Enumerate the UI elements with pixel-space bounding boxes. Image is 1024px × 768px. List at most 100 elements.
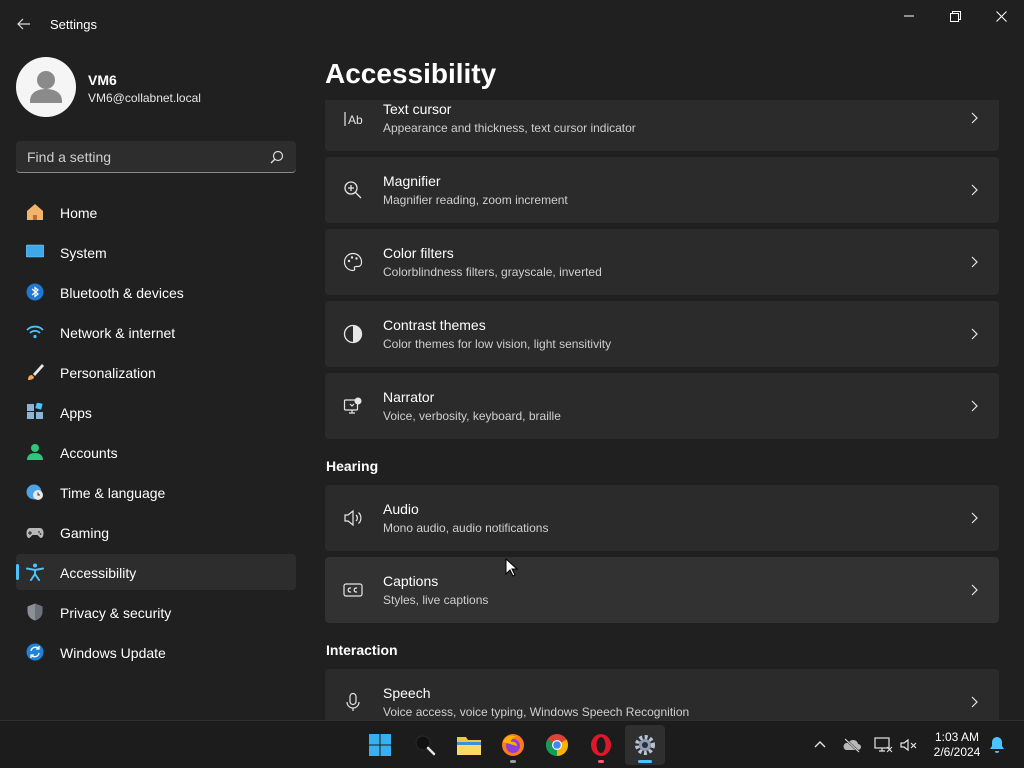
contrast-icon	[343, 324, 363, 344]
speaker-icon	[344, 509, 362, 527]
accessibility-icon	[26, 563, 44, 581]
restore-button[interactable]	[932, 4, 978, 28]
clock-globe-icon	[26, 484, 43, 500]
sidebar-item-label: Windows Update	[60, 645, 166, 661]
setting-title: Narrator	[383, 389, 435, 405]
chevron-right-icon	[971, 512, 978, 524]
taskbar: 1:03 AM 2/6/2024	[0, 720, 1024, 768]
settings-icon	[635, 735, 655, 755]
minimize-button[interactable]	[886, 4, 932, 28]
text-cursor-icon: Ab	[344, 112, 363, 127]
minimize-icon	[904, 15, 914, 17]
sidebar-item-privacy[interactable]: Privacy & security	[16, 594, 296, 630]
restore-icon	[949, 10, 961, 22]
setting-text-cursor[interactable]: Ab Text cursor Appearance and thickness,…	[325, 100, 999, 151]
setting-contrast-themes[interactable]: Contrast themes Color themes for low vis…	[325, 301, 999, 367]
active-indicator	[638, 760, 652, 763]
back-button[interactable]	[12, 12, 36, 36]
narrator-icon	[343, 397, 362, 414]
taskbar-file-explorer[interactable]	[449, 725, 489, 765]
taskbar-start-button[interactable]	[360, 725, 400, 765]
taskbar-settings[interactable]	[625, 725, 665, 765]
chevron-right-icon	[971, 184, 978, 196]
settings-list[interactable]: Ab Text cursor Appearance and thickness,…	[325, 100, 999, 720]
close-icon	[995, 10, 1007, 22]
setting-color-filters[interactable]: Color filters Colorblindness filters, gr…	[325, 229, 999, 295]
sidebar-item-accessibility[interactable]: Accessibility	[16, 554, 296, 590]
chevron-right-icon	[971, 400, 978, 412]
volume-muted-icon[interactable]	[899, 735, 919, 755]
sidebar-item-home[interactable]: Home	[16, 194, 296, 230]
close-button[interactable]	[978, 4, 1024, 28]
title-bar: Settings	[0, 0, 1024, 48]
search-icon	[270, 150, 284, 164]
search-placeholder: Find a setting	[27, 149, 112, 165]
sidebar-item-gaming[interactable]: Gaming	[16, 514, 296, 550]
network-icon	[26, 325, 44, 339]
search-icon	[415, 735, 436, 756]
mouse-cursor-icon	[505, 558, 519, 577]
system-clock[interactable]: 1:03 AM 2/6/2024	[926, 730, 988, 760]
taskbar-firefox[interactable]	[493, 725, 533, 765]
sidebar-item-label: Home	[60, 205, 98, 221]
network-display-icon[interactable]	[873, 735, 893, 755]
sidebar-item-system[interactable]: System	[16, 234, 296, 270]
accounts-icon	[27, 444, 43, 460]
sidebar-item-label: Accounts	[60, 445, 118, 461]
running-indicator	[598, 760, 604, 763]
search-input[interactable]: Find a setting	[16, 141, 296, 173]
setting-description: Voice, verbosity, keyboard, braille	[383, 409, 561, 423]
sidebar-item-label: Bluetooth & devices	[60, 285, 184, 301]
sidebar-nav: Home System Bluetooth & devices Network …	[16, 194, 296, 674]
taskbar-search-button[interactable]	[405, 725, 445, 765]
chevron-right-icon	[971, 584, 978, 596]
setting-description: Appearance and thickness, text cursor in…	[383, 121, 636, 135]
apps-icon	[27, 403, 43, 419]
sidebar-item-label: Gaming	[60, 525, 110, 541]
sidebar-item-windows-update[interactable]: Windows Update	[16, 634, 296, 670]
taskbar-opera[interactable]	[581, 725, 621, 765]
setting-captions[interactable]: Captions Styles, live captions	[325, 557, 999, 623]
sidebar-item-label: System	[60, 245, 107, 261]
sidebar-item-bluetooth[interactable]: Bluetooth & devices	[16, 274, 296, 310]
profile-email: VM6@collabnet.local	[88, 91, 201, 105]
sidebar-item-time-language[interactable]: Time & language	[16, 474, 296, 510]
brush-icon	[28, 364, 44, 380]
app-title: Settings	[50, 17, 97, 32]
svg-text:Ab: Ab	[348, 113, 363, 127]
person-icon	[30, 71, 62, 103]
gamepad-icon	[26, 528, 44, 538]
sidebar-item-label: Privacy & security	[60, 605, 172, 621]
taskbar-chrome[interactable]	[537, 725, 577, 765]
file-explorer-icon	[457, 737, 481, 755]
clock-time: 1:03 AM	[934, 730, 980, 744]
captions-icon	[343, 583, 363, 597]
bluetooth-icon	[26, 283, 44, 301]
setting-narrator[interactable]: Narrator Voice, verbosity, keyboard, bra…	[325, 373, 999, 439]
setting-description: Magnifier reading, zoom increment	[383, 193, 568, 207]
palette-icon	[343, 252, 363, 272]
setting-title: Magnifier	[383, 173, 441, 189]
setting-magnifier[interactable]: Magnifier Magnifier reading, zoom increm…	[325, 157, 999, 223]
sidebar-item-label: Time & language	[60, 485, 166, 501]
onedrive-offline-icon[interactable]	[842, 735, 862, 755]
chevron-right-icon	[971, 112, 978, 124]
sidebar-item-apps[interactable]: Apps	[16, 394, 296, 430]
sidebar-item-label: Network & internet	[60, 325, 176, 341]
sidebar-item-network[interactable]: Network & internet	[16, 314, 296, 350]
setting-speech[interactable]: Speech Voice access, voice typing, Windo…	[325, 669, 999, 720]
section-heading-hearing: Hearing	[326, 458, 379, 474]
user-profile[interactable]: VM6 VM6@collabnet.local	[16, 57, 296, 117]
sidebar-item-personalization[interactable]: Personalization	[16, 354, 296, 390]
chevron-up-icon[interactable]	[810, 735, 830, 755]
setting-description: Mono audio, audio notifications	[383, 521, 549, 535]
setting-audio[interactable]: Audio Mono audio, audio notifications	[325, 485, 999, 551]
shield-icon	[27, 603, 43, 621]
setting-title: Speech	[383, 685, 431, 701]
sidebar-item-accounts[interactable]: Accounts	[16, 434, 296, 470]
profile-name: VM6	[88, 72, 117, 88]
clock-date: 2/6/2024	[933, 745, 981, 759]
notification-bell-icon[interactable]	[987, 735, 1007, 755]
setting-description: Voice access, voice typing, Windows Spee…	[383, 705, 690, 719]
chevron-right-icon	[971, 696, 978, 708]
